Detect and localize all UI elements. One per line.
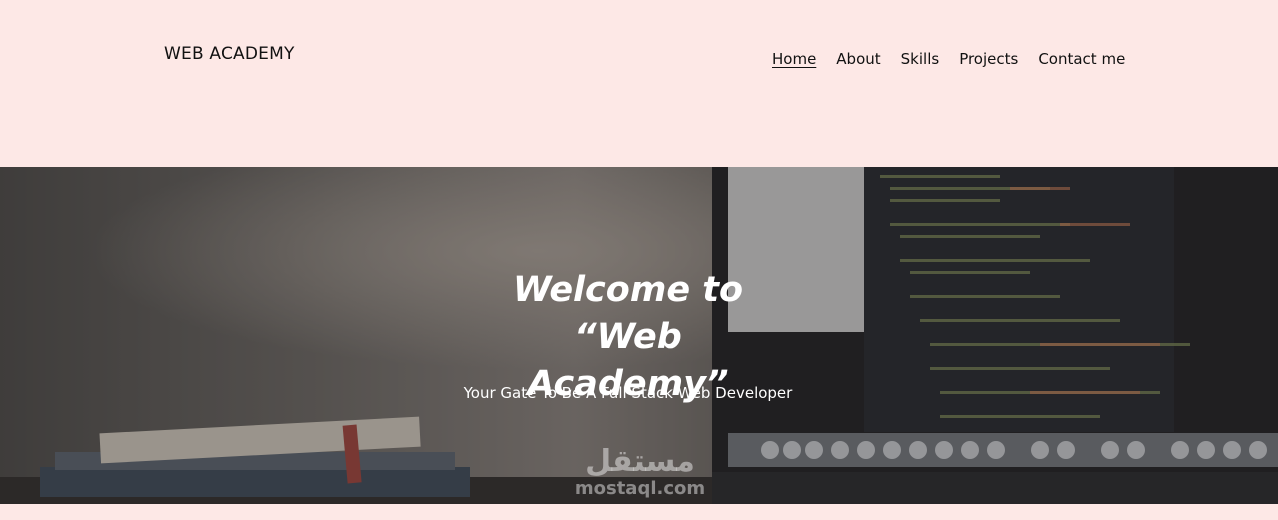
nav-projects-link[interactable]: Projects [959, 49, 1018, 69]
watermark-arabic: مستقل [585, 444, 695, 479]
nav-about-link[interactable]: About [836, 49, 880, 69]
site-header: WEB ACADEMY Home About Skills Projects C… [0, 0, 1278, 167]
main-nav: Home About Skills Projects Contact me [772, 49, 1145, 69]
watermark-latin: mostaql.com [574, 478, 706, 499]
hero-section: Welcome to “Web Academy” Your Gate To Be… [0, 167, 1278, 504]
page-bottom-strip [0, 504, 1278, 520]
brand-logo[interactable]: WEB ACADEMY [164, 44, 295, 64]
hero-subtitle: Your Gate To Be A Full Stack Web Develop… [463, 384, 793, 402]
nav-home-link[interactable]: Home [772, 49, 816, 69]
nav-skills-link[interactable]: Skills [901, 49, 940, 69]
watermark: مستقل mostaql.com [570, 445, 710, 499]
nav-contact-link[interactable]: Contact me [1038, 49, 1125, 69]
